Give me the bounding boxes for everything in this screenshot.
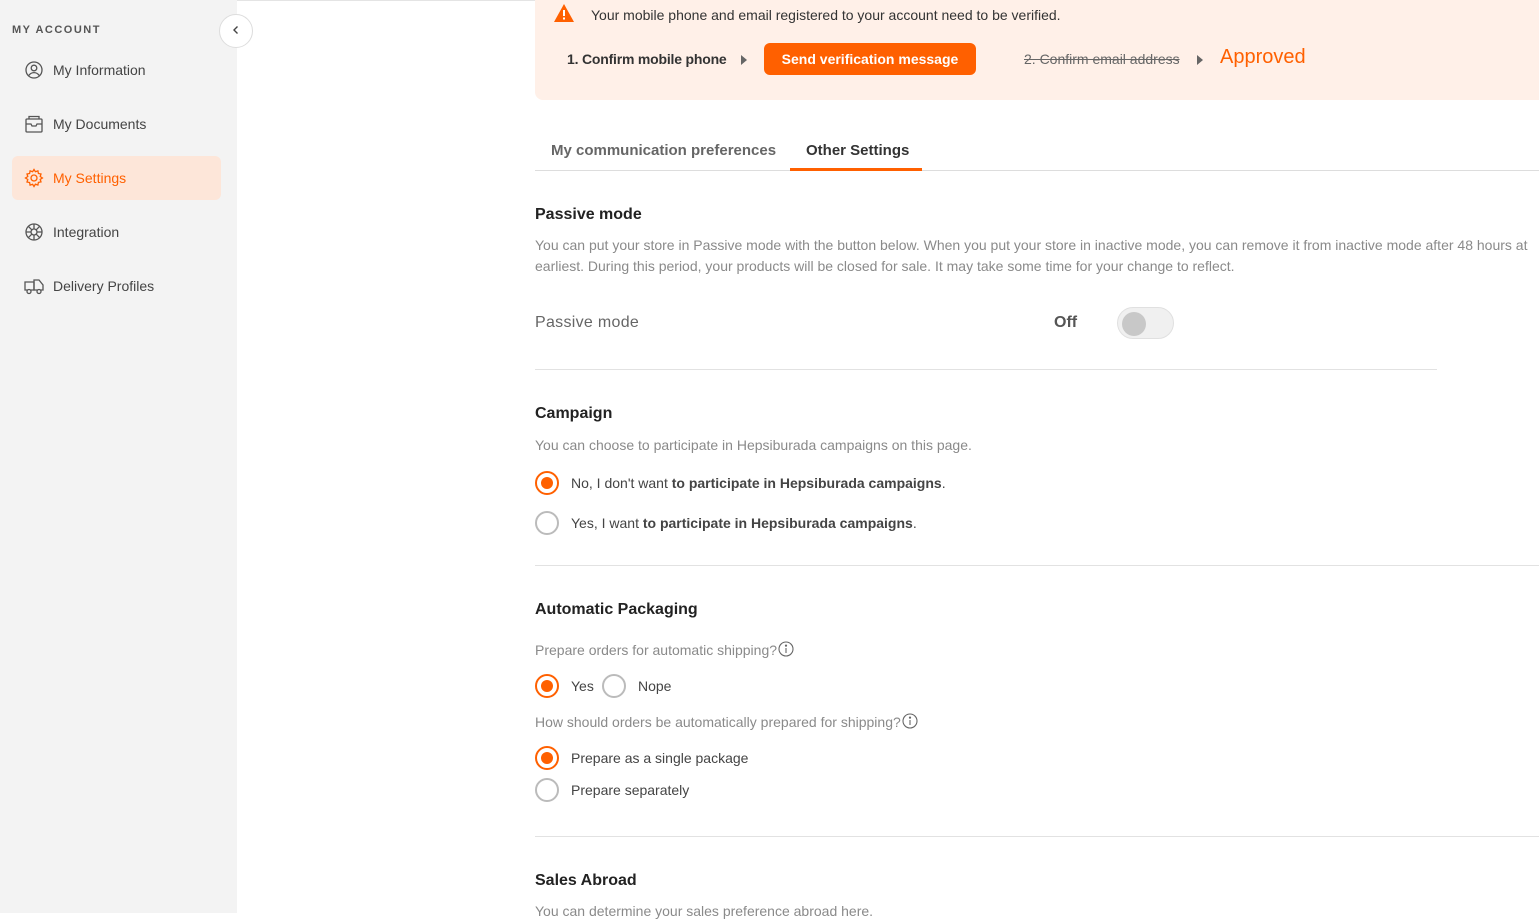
period: . (912, 515, 917, 531)
sidebar-item-my-documents[interactable]: My Documents (12, 102, 221, 146)
banner-message: Your mobile phone and email registered t… (591, 7, 1061, 23)
sidebar-item-my-information[interactable]: My Information (12, 48, 221, 92)
passive-mode-toggle[interactable] (1117, 307, 1174, 339)
passive-mode-description-line2: earliest. During this period, your produ… (535, 258, 1235, 274)
auto-shipping-nope-label[interactable]: Nope (638, 678, 671, 694)
approved-status: Approved (1220, 46, 1306, 68)
separate-package-label[interactable]: Prepare separately (571, 782, 689, 798)
send-verification-button[interactable]: Send verification message (764, 43, 976, 75)
period: . (941, 475, 946, 491)
chevron-left-icon (231, 22, 241, 40)
passive-mode-description-line1: You can put your store in Passive mode w… (535, 237, 1528, 253)
sidebar-item-my-settings[interactable]: My Settings (12, 156, 221, 200)
toggle-knob (1122, 312, 1146, 336)
single-package-label[interactable]: Prepare as a single package (571, 750, 748, 766)
sidebar-item-integration[interactable]: Integration (12, 210, 221, 254)
settings-tabs: My communication preferences Other Setti… (535, 130, 1539, 171)
campaign-description: You can choose to participate in Hepsibu… (535, 437, 972, 453)
info-icon[interactable] (778, 641, 794, 663)
sales-abroad-title: Sales Abroad (535, 872, 637, 889)
passive-mode-state: Off (1054, 314, 1078, 331)
sidebar-item-label: My Documents (53, 116, 147, 132)
campaign-yes-prefix: Yes, I want (571, 515, 643, 531)
sidebar-item-label: My Information (53, 62, 146, 78)
sidebar: MY ACCOUNT My Information My Documents M… (0, 0, 237, 913)
step-arrow-icon (1197, 55, 1203, 65)
sidebar-item-label: Integration (53, 224, 120, 240)
step-confirm-email: 2. Confirm email address (1024, 51, 1180, 67)
truck-icon (24, 276, 44, 296)
info-icon[interactable] (902, 713, 918, 735)
campaign-yes-bold: to participate in Hepsiburada campaigns (642, 515, 913, 531)
gear-icon (24, 168, 44, 188)
auto-shipping-yes-radio[interactable] (535, 674, 559, 698)
auto-shipping-yes-label[interactable]: Yes (571, 678, 594, 694)
packaging-question-1: Prepare orders for automatic shipping? (535, 640, 794, 663)
automatic-packaging-title: Automatic Packaging (535, 601, 698, 618)
tab-other-settings[interactable]: Other Settings (806, 142, 909, 159)
campaign-no-radio[interactable] (535, 471, 559, 495)
packaging-question-2: How should orders be automatically prepa… (535, 712, 918, 735)
tab-communication-preferences[interactable]: My communication preferences (551, 142, 776, 159)
auto-shipping-nope-radio[interactable] (602, 674, 626, 698)
verification-banner: Your mobile phone and email registered t… (535, 0, 1539, 100)
section-divider (535, 369, 1437, 370)
passive-mode-label: Passive mode (535, 314, 640, 331)
passive-mode-title: Passive mode (535, 206, 642, 223)
warning-icon (553, 3, 575, 28)
user-circle-icon (24, 60, 44, 80)
documents-icon (24, 114, 44, 134)
sales-abroad-description: You can determine your sales preference … (535, 903, 874, 919)
single-package-radio[interactable] (535, 746, 559, 770)
sidebar-item-label: Delivery Profiles (53, 278, 155, 294)
campaign-no-label[interactable]: No, I don't want to participate in Hepsi… (571, 475, 946, 491)
question-text: Prepare orders for automatic shipping? (535, 642, 778, 658)
campaign-no-prefix: No, I don't want (571, 475, 672, 491)
step-arrow-icon (741, 55, 747, 65)
active-tab-indicator (790, 168, 922, 171)
campaign-yes-radio[interactable] (535, 511, 559, 535)
section-divider (535, 836, 1539, 837)
integration-icon (24, 222, 44, 242)
question-text: How should orders be automatically prepa… (535, 714, 901, 730)
separate-package-radio[interactable] (535, 778, 559, 802)
collapse-sidebar-button[interactable] (219, 14, 253, 48)
section-divider (535, 565, 1539, 566)
sidebar-item-label: My Settings (53, 170, 127, 186)
sidebar-title: MY ACCOUNT (12, 24, 101, 36)
campaign-yes-label[interactable]: Yes, I want to participate in Hepsiburad… (571, 515, 917, 531)
campaign-title: Campaign (535, 405, 613, 422)
sidebar-item-delivery-profiles[interactable]: Delivery Profiles (12, 264, 221, 308)
step-confirm-mobile: 1. Confirm mobile phone (567, 51, 727, 67)
campaign-no-bold: to participate in Hepsiburada campaigns (671, 475, 942, 491)
